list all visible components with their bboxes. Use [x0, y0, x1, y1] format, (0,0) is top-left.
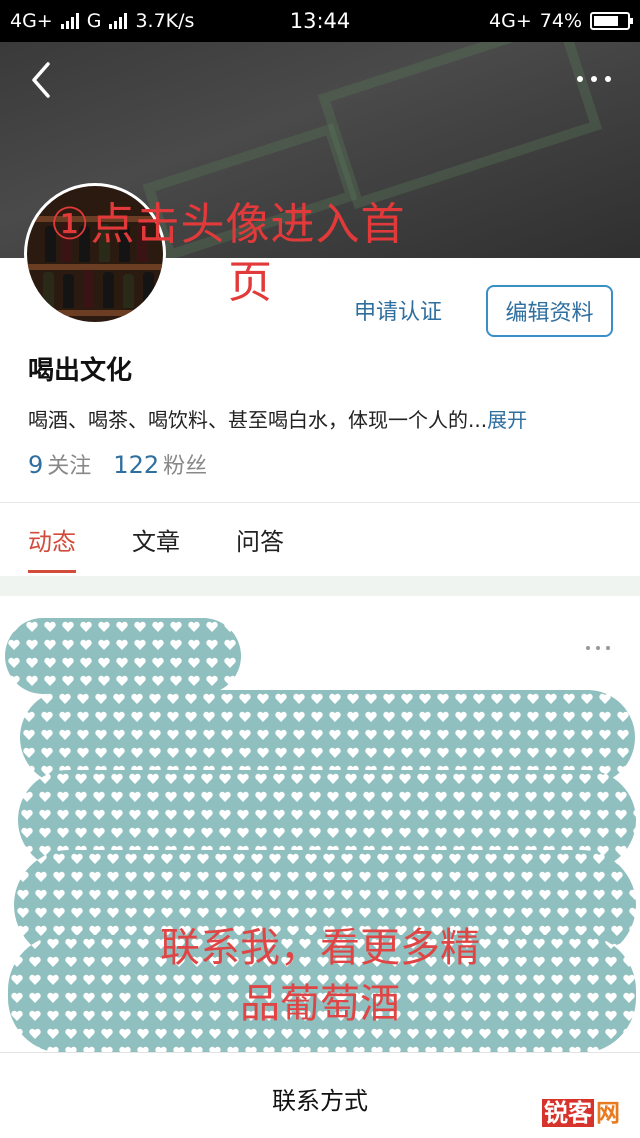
tab-dynamics[interactable]: 动态 — [28, 522, 76, 573]
bottom-bar: 联系方式 锐客网 — [0, 1052, 640, 1138]
more-horizontal-icon — [577, 76, 583, 82]
tab-articles[interactable]: 文章 — [132, 522, 180, 557]
following-label: 关注 — [47, 454, 92, 479]
more-horizontal-icon — [606, 646, 610, 650]
tab-label: 动态 — [28, 528, 76, 556]
followers-label: 粉丝 — [163, 454, 208, 479]
network-speed: 3.7K/s — [135, 10, 195, 32]
back-button[interactable] — [22, 58, 62, 102]
bio-expand-link[interactable]: 展开 — [487, 408, 527, 432]
watermark-suffix: 网 — [596, 1099, 620, 1127]
battery-level — [594, 16, 618, 26]
bio-text: 喝酒、喝茶、喝饮料、甚至喝白水，体现一个人的... — [28, 408, 488, 432]
section-separator — [0, 576, 640, 596]
network-type-right: 4G+ — [489, 10, 532, 32]
annotation-promo-line2: 品葡萄酒 — [240, 981, 400, 1027]
status-bar: 4G+ G 3.7K/s 13:44 4G+ 74% — [0, 0, 640, 42]
profile-bio: 喝酒、喝茶、喝饮料、甚至喝白水，体现一个人的...展开 — [28, 404, 527, 433]
profile-tabs: 动态 文章 问答 — [28, 522, 284, 573]
network-type-g: G — [86, 10, 102, 32]
signal-icon — [60, 13, 79, 29]
watermark-logo: 锐客网 — [542, 1093, 622, 1128]
tab-qa[interactable]: 问答 — [236, 522, 284, 557]
edit-profile-button[interactable]: 编辑资料 — [486, 285, 613, 337]
followers-stat[interactable]: 122 粉丝 — [113, 448, 207, 480]
more-horizontal-icon — [605, 76, 611, 82]
status-right: 4G+ 74% — [489, 10, 633, 32]
annotation-tip-line2: 页 — [228, 257, 272, 308]
divider — [0, 502, 640, 503]
battery-icon — [590, 12, 633, 30]
more-horizontal-icon — [596, 646, 600, 650]
more-horizontal-icon — [591, 76, 597, 82]
profile-stats: 9 关注 122 粉丝 — [28, 448, 207, 480]
profile-name: 喝出文化 — [28, 356, 133, 386]
redaction-mosaic — [5, 618, 241, 694]
more-options-button[interactable] — [572, 66, 616, 92]
network-type-left: 4G+ — [10, 10, 53, 32]
watermark-brand: 锐客 — [542, 1099, 594, 1127]
battery-percent: 74% — [539, 10, 582, 32]
following-count: 9 — [28, 451, 44, 479]
chevron-left-icon — [32, 62, 50, 98]
apply-verification-link[interactable]: 申请认证 — [354, 294, 442, 326]
more-horizontal-icon — [586, 646, 590, 650]
following-stat[interactable]: 9 关注 — [28, 448, 91, 480]
status-left: 4G+ G 3.7K/s — [10, 10, 194, 32]
signal-icon-2 — [109, 13, 128, 29]
tab-active-indicator — [28, 570, 76, 573]
card-more-button[interactable] — [586, 646, 610, 650]
annotation-promo-line1: 联系我，看更多精 — [160, 925, 480, 971]
annotation-tip-line1: ①点击头像进入首 — [50, 199, 406, 250]
cover-decoration — [317, 42, 603, 210]
followers-count: 122 — [113, 451, 160, 479]
